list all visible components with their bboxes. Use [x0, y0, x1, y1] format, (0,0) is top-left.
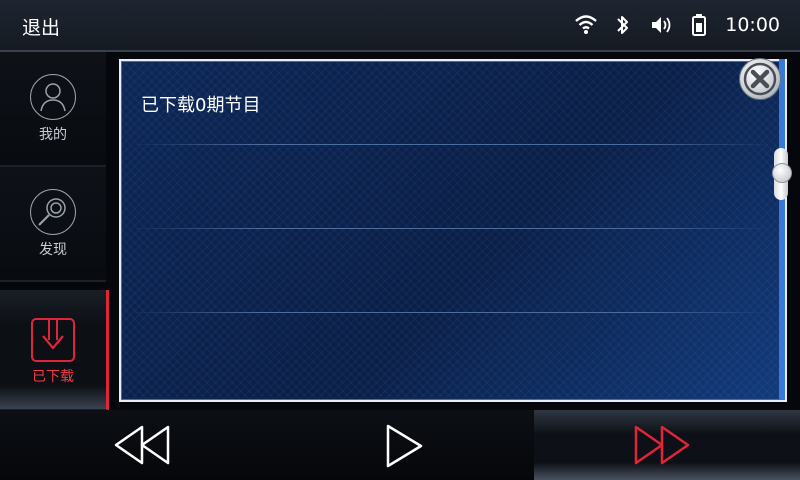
sidebar-item-discover[interactable]: 发现 [0, 167, 106, 282]
battery-icon [692, 14, 706, 36]
status-bar: 退出 10:00 [0, 0, 800, 52]
divider [131, 228, 771, 229]
divider [131, 144, 771, 145]
divider [131, 312, 771, 313]
download-icon [31, 318, 75, 362]
sidebar-item-label: 已下载 [32, 369, 74, 385]
play-button[interactable] [267, 410, 533, 480]
discover-icon [30, 189, 76, 235]
sidebar-item-label: 我的 [39, 127, 67, 143]
wifi-icon [575, 15, 597, 34]
sidebar-item-label: 发现 [39, 242, 67, 258]
sidebar-item-mine[interactable]: 我的 [0, 52, 106, 167]
person-icon [30, 74, 76, 120]
exit-button[interactable]: 退出 [22, 13, 60, 40]
page-title: 已下载0期节目 [141, 95, 261, 116]
fast-forward-icon [634, 425, 690, 465]
clock: 10:00 [725, 14, 780, 36]
rewind-icon [114, 425, 170, 465]
rewind-button[interactable] [0, 410, 266, 480]
scrollbar[interactable] [779, 59, 785, 400]
bluetooth-icon [617, 16, 628, 34]
play-icon [386, 424, 423, 468]
close-icon [743, 62, 777, 96]
sidebar-item-downloaded[interactable]: 已下载 [0, 290, 109, 411]
volume-icon [652, 17, 671, 33]
sidebar: 我的 发现 已下载 [0, 52, 110, 411]
downloads-panel: 已下载0期节目 [119, 59, 787, 402]
close-button[interactable] [739, 58, 781, 100]
fast-forward-button[interactable] [534, 410, 800, 480]
playback-controls [0, 410, 800, 480]
scrollbar-knob[interactable] [772, 163, 792, 183]
